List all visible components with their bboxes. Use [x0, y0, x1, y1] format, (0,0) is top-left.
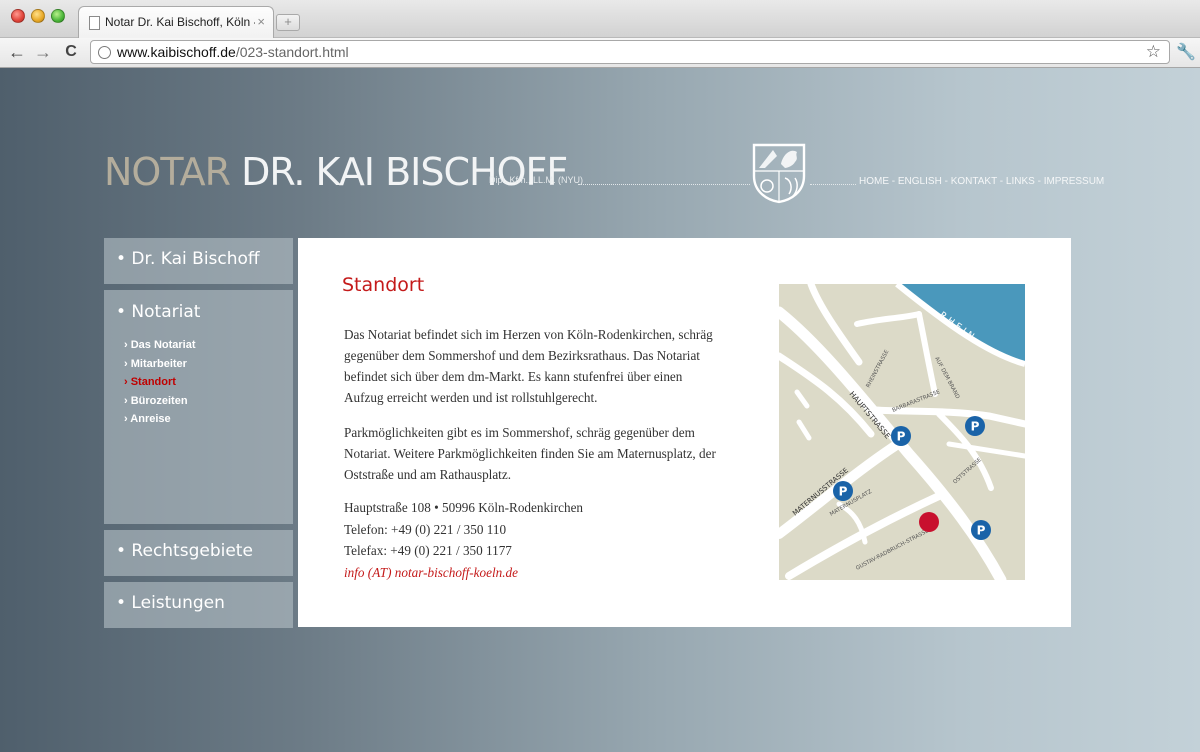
window-close-button[interactable] [11, 9, 25, 23]
content-panel: Standort Das Notariat befindet sich im H… [298, 238, 1071, 627]
text-line: Aufzug erreicht werden und ist rollstuhl… [344, 390, 598, 405]
parking-label: P [977, 524, 986, 538]
sidebar-section-notariat[interactable]: • Notariat › Das Notariat › Mitarbeiter … [104, 290, 293, 524]
sidebar-item-mitarbeiter[interactable]: › Mitarbeiter [124, 358, 187, 370]
sidebar-section-bischoff[interactable]: • Dr. Kai Bischoff [104, 238, 293, 284]
phone: Telefon: +49 (0) 221 / 350 110 [344, 521, 507, 537]
nav-separator: - [941, 176, 951, 187]
location-marker-icon [919, 512, 939, 532]
text-line: Oststraße und am Rathausplatz. [344, 467, 512, 482]
page: NOTAR DR. KAI BISCHOFF Dipl. Kfm., LL.M.… [0, 68, 1200, 752]
top-navigation: HOME - ENGLISH - KONTAKT - LINKS - IMPRE… [859, 176, 1104, 187]
header-divider [578, 184, 750, 185]
bookmark-star-icon[interactable]: ☆ [1146, 42, 1161, 62]
window-minimize-button[interactable] [31, 9, 45, 23]
browser-titlebar: Notar Dr. Kai Bischoff, Köln - × + [0, 0, 1200, 39]
tab-title: Notar Dr. Kai Bischoff, Köln - [105, 15, 255, 29]
page-icon [89, 16, 100, 30]
email-link[interactable]: info (AT) notar-bischoff-koeln.de [344, 562, 583, 584]
fax: Telefax: +49 (0) 221 / 350 1177 [344, 543, 512, 558]
tab-close-icon[interactable]: × [257, 14, 265, 29]
parking-paragraph: Parkmöglichkeiten gibt es im Sommershof,… [344, 422, 744, 485]
nav-separator: - [997, 176, 1006, 187]
address-bar[interactable]: www.kaibischoff.de/023-standort.html ☆ [90, 40, 1170, 64]
nav-separator: - [1034, 176, 1044, 187]
logo-notar: NOTAR [104, 150, 231, 194]
contact-block: Hauptstraße 108 • 50996 Köln-Rodenkirche… [344, 497, 583, 583]
page-title: Standort [342, 274, 425, 296]
nav-home[interactable]: HOME [859, 176, 889, 187]
sidebar-section-label: • Notariat [116, 302, 201, 322]
nav-impressum[interactable]: IMPRESSUM [1044, 176, 1105, 187]
degree: Dipl. Kfm., LL.M. (NYU) [489, 175, 584, 185]
sidebar-section-label: • Leistungen [116, 593, 225, 613]
text-line: Notariat. Weitere Parkmöglichkeiten find… [344, 446, 716, 461]
sidebar-item-das-notariat[interactable]: › Das Notariat [124, 339, 196, 351]
address: Hauptstraße 108 • 50996 Köln-Rodenkirche… [344, 500, 584, 515]
nav-links[interactable]: LINKS [1006, 176, 1035, 187]
forward-icon[interactable]: → [32, 41, 54, 63]
wrench-icon[interactable]: 🔧 [1176, 42, 1196, 62]
sidebar-section-label: • Rechtsgebiete [116, 541, 253, 561]
sidebar-item-buerozeiten[interactable]: › Bürozeiten [124, 395, 188, 407]
parking-label: P [839, 485, 848, 499]
url-text: www.kaibischoff.de/023-standort.html [117, 44, 349, 60]
text-line: Parkmöglichkeiten gibt es im Sommershof,… [344, 425, 695, 440]
new-tab-button[interactable]: + [276, 14, 300, 31]
coat-of-arms-icon [752, 143, 806, 204]
parking-label: P [971, 420, 980, 434]
globe-icon [98, 46, 111, 59]
browser-tab[interactable]: Notar Dr. Kai Bischoff, Köln - × [78, 6, 274, 39]
header-divider [810, 184, 856, 185]
location-map: RHEIN RHEINSTRASSE AUF DEM BRAND BARBARA… [779, 284, 1025, 580]
text-line: Das Notariat befindet sich im Herzen von… [344, 327, 713, 342]
intro-paragraph: Das Notariat befindet sich im Herzen von… [344, 324, 744, 408]
parking-label: P [897, 430, 906, 444]
sidebar-section-label: • Dr. Kai Bischoff [116, 249, 260, 269]
site-logo[interactable]: NOTAR DR. KAI BISCHOFF [104, 150, 568, 194]
sidebar-item-standort[interactable]: › Standort [124, 376, 176, 388]
sidebar-item-anreise[interactable]: › Anreise [124, 413, 171, 425]
nav-separator: - [889, 176, 898, 187]
logo-name: DR. KAI BISCHOFF [241, 150, 568, 194]
url-host: www.kaibischoff.de [117, 44, 236, 60]
text-line: befindet sich über dem dm-Markt. Es kann… [344, 369, 683, 384]
back-icon[interactable]: ← [6, 41, 28, 63]
nav-english[interactable]: ENGLISH [898, 176, 942, 187]
window-maximize-button[interactable] [51, 9, 65, 23]
url-path: /023-standort.html [235, 44, 349, 60]
nav-kontakt[interactable]: KONTAKT [951, 176, 997, 187]
sidebar-section-leistungen[interactable]: • Leistungen [104, 582, 293, 628]
text-line: gegenüber dem Sommershof und dem Bezirks… [344, 348, 700, 363]
reload-icon[interactable]: C [60, 41, 82, 63]
sidebar-section-rechtsgebiete[interactable]: • Rechtsgebiete [104, 530, 293, 576]
